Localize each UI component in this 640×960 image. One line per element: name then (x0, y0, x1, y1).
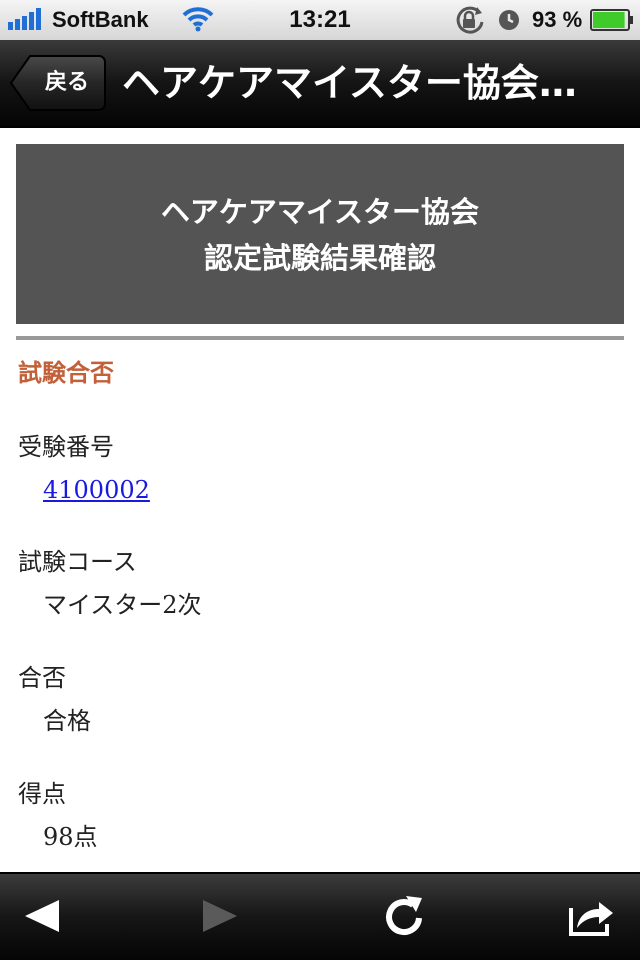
navigation-bar: 戻る ヘアケアマイスター協会… (0, 40, 640, 128)
battery-icon (590, 9, 633, 31)
exam-number-value: 4100002 (43, 473, 150, 507)
score-label: 得点 (18, 780, 66, 808)
share-icon[interactable] (567, 892, 615, 940)
app-window: SoftBank 13:21 93 % 戻る ヘアケアマイスター協会… ヘアケア… (0, 0, 640, 960)
score-value: 98点 (43, 823, 98, 851)
section-title: 試験合否 (18, 359, 114, 387)
rotation-lock-icon (456, 6, 484, 34)
alarm-icon (499, 10, 519, 30)
reload-icon[interactable] (380, 892, 428, 940)
battery-percent: 93 % (532, 7, 583, 32)
page-title: ヘアケアマイスター協会… (122, 61, 577, 105)
result-label: 合否 (18, 664, 66, 692)
exam-number-label: 受験番号 (18, 433, 114, 461)
web-content: ヘアケアマイスター協会 認定試験結果確認 試験合否 受験番号 4100002 試… (0, 128, 640, 873)
back-button[interactable]: 戻る (10, 54, 106, 112)
back-arrow-icon[interactable] (17, 892, 65, 940)
status-bar: SoftBank 13:21 93 % (0, 0, 640, 40)
forward-arrow-icon[interactable] (195, 892, 243, 940)
exam-number-link[interactable]: 4100002 (43, 476, 150, 504)
exam-course-value: マイスター2次 (43, 591, 202, 619)
result-value: 合格 (43, 707, 91, 735)
section-divider (16, 336, 624, 340)
bottom-toolbar (0, 872, 640, 960)
header-banner: ヘアケアマイスター協会 認定試験結果確認 (16, 144, 624, 324)
header-title: ヘアケアマイスター協会 (160, 195, 480, 229)
back-button-label: 戻る (44, 70, 89, 95)
header-subtitle: 認定試験結果確認 (203, 241, 436, 275)
exam-course-label: 試験コース (18, 548, 137, 576)
